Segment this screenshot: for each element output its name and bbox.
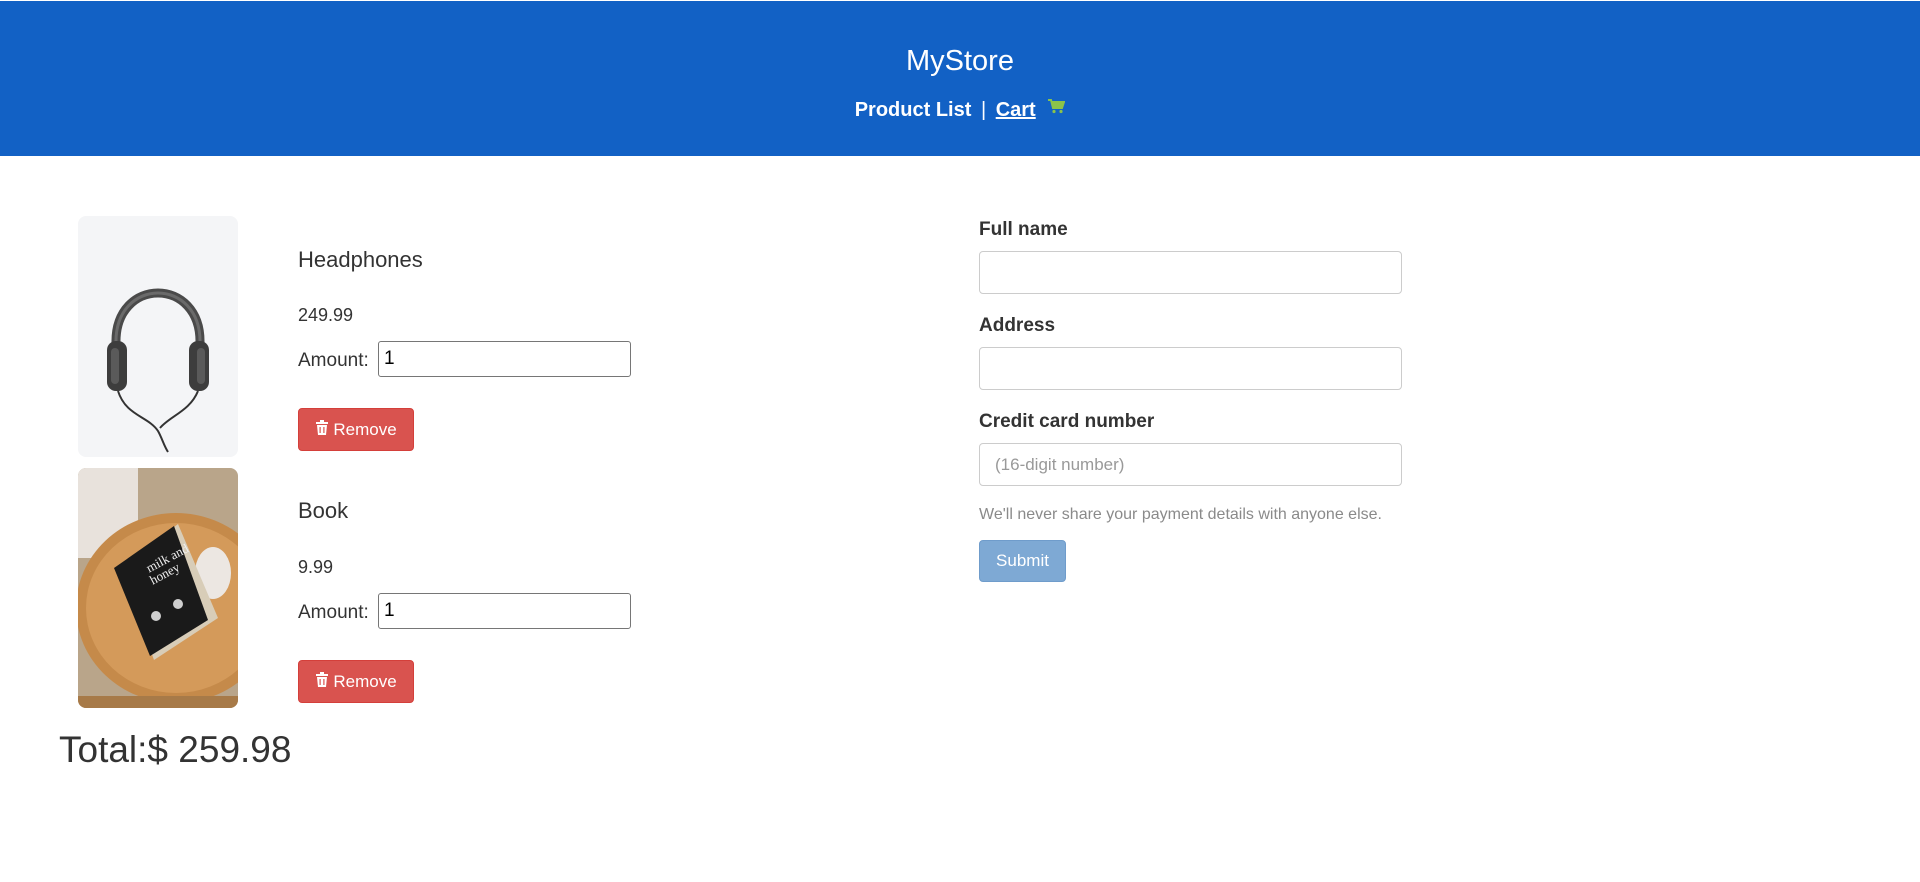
product-name: Book <box>298 498 349 523</box>
nav-cart[interactable]: Cart <box>996 99 1036 121</box>
remove-button[interactable]: Remove <box>298 408 414 451</box>
brand-title: MyStore <box>906 45 1014 77</box>
payment-help-text: We'll never share your payment details w… <box>979 506 1382 523</box>
amount-input[interactable] <box>378 341 631 377</box>
credit-card-input[interactable] <box>979 443 1402 486</box>
amount-label: Amount: <box>298 350 369 371</box>
product-price: 9.99 <box>298 557 334 577</box>
address-label: Address <box>979 315 1056 336</box>
nav-product-list[interactable]: Product List <box>855 99 972 121</box>
trash-icon <box>315 671 329 692</box>
product-price: 249.99 <box>298 305 354 325</box>
remove-button[interactable]: Remove <box>298 660 414 703</box>
submit-button[interactable]: Submit <box>979 540 1066 582</box>
remove-label: Remove <box>333 671 397 691</box>
main-nav: Product List | Cart <box>0 99 1920 122</box>
credit-card-label: Credit card number <box>979 411 1155 432</box>
cart-total: Total:$ 259.98 <box>59 729 292 770</box>
amount-label: Amount: <box>298 602 369 623</box>
shopping-cart-icon[interactable] <box>1047 97 1066 120</box>
full-name-label: Full name <box>979 219 1068 240</box>
nav-separator: | <box>980 99 987 121</box>
book-image: milk and honey <box>78 468 238 708</box>
full-name-input[interactable] <box>979 251 1402 294</box>
remove-label: Remove <box>333 419 397 439</box>
trash-icon <box>315 419 329 440</box>
address-input[interactable] <box>979 347 1402 390</box>
site-header: MyStore Product List | Cart <box>0 1 1920 156</box>
product-name: Headphones <box>298 247 423 272</box>
amount-input[interactable] <box>378 593 631 629</box>
headphones-image <box>78 216 238 457</box>
